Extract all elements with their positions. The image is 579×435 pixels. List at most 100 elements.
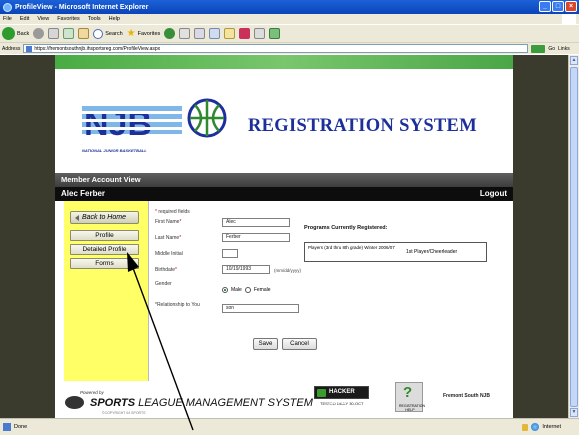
- program-name: Players (3rd thru 8th grade) Winter 2006…: [308, 245, 395, 250]
- window-title: ProfileView - Microsoft Internet Explore…: [15, 3, 149, 11]
- sidebar-item-detailed-profile[interactable]: Detailed Profile: [70, 244, 139, 255]
- menu-tools[interactable]: Tools: [88, 16, 101, 22]
- registration-title: REGISTRATION SYSTEM: [248, 116, 477, 136]
- internet-zone-icon: [531, 423, 540, 431]
- birthdate-format-hint: (mm/dd/yyyy): [274, 268, 301, 273]
- favorites-label: Favorites: [137, 30, 161, 37]
- browser-viewport: NJB REGISTRATION SYSTEM NATIONAL JUNIOR …: [0, 55, 568, 418]
- star-icon: ★: [126, 28, 136, 39]
- cancel-button[interactable]: Cancel: [282, 338, 317, 350]
- windows-logo-icon: [562, 14, 576, 24]
- browser-toolbar: Back Search ★ Favorites: [0, 24, 579, 42]
- scroll-down-icon[interactable]: ▼: [570, 408, 578, 417]
- favorites-button[interactable]: ★ Favorites: [127, 28, 161, 39]
- zone-label: Internet: [542, 424, 561, 430]
- menu-favorites[interactable]: Favorites: [57, 16, 80, 22]
- search-button[interactable]: Search: [93, 28, 123, 39]
- close-button[interactable]: ×: [565, 1, 577, 12]
- stop-icon[interactable]: [48, 28, 60, 39]
- page-icon: [26, 45, 33, 52]
- member-account-bar: Member Account View: [55, 173, 513, 187]
- birthdate-field[interactable]: 10/19/1993: [222, 265, 270, 274]
- research-icon[interactable]: [239, 28, 251, 39]
- middle-initial-label: Middle Initial: [155, 251, 183, 257]
- last-name-field[interactable]: Ferber: [222, 233, 290, 242]
- sidebar-item-profile[interactable]: Profile: [70, 230, 139, 241]
- first-name-field[interactable]: Alec: [222, 218, 290, 227]
- sidebar-item-forms[interactable]: Forms: [70, 258, 139, 269]
- gender-female-radio[interactable]: [244, 287, 251, 293]
- menu-file[interactable]: File: [3, 16, 12, 22]
- hacker-safe-label: HACKER SAFE: [314, 386, 369, 406]
- links-label[interactable]: Links: [558, 46, 570, 52]
- print-icon[interactable]: [194, 28, 206, 39]
- back-to-home-button[interactable]: Back to Home: [70, 211, 139, 224]
- go-button[interactable]: [531, 44, 546, 53]
- window-title-bar: ProfileView - Microsoft Internet Explore…: [0, 0, 579, 14]
- gender-female-label: Female: [253, 287, 271, 293]
- user-bar: Alec Ferber Logout: [55, 187, 513, 201]
- tools-icon[interactable]: [269, 28, 281, 39]
- first-name-label: First Name*: [155, 219, 182, 225]
- edit-icon[interactable]: [209, 28, 221, 39]
- maximize-button[interactable]: □: [552, 1, 564, 12]
- last-name-label: Last Name*: [155, 235, 182, 241]
- logout-link[interactable]: Logout: [480, 187, 507, 201]
- gender-radio-group: Male Female: [222, 287, 271, 293]
- home-icon[interactable]: [78, 28, 90, 39]
- folder-icon[interactable]: [224, 28, 236, 39]
- save-button[interactable]: Save: [253, 338, 278, 350]
- lock-icon: [522, 423, 529, 431]
- messenger-icon[interactable]: [254, 28, 266, 39]
- search-icon: [93, 28, 104, 39]
- svg-text:NJB: NJB: [84, 105, 152, 143]
- gender-male-radio[interactable]: [222, 287, 228, 293]
- programs-title: Programs Currently Registered:: [304, 225, 388, 231]
- copyright-text: ©COPYRIGHT 04 SPORTS: [102, 411, 146, 415]
- header-logo-area: NJB REGISTRATION SYSTEM NATIONAL JUNIOR …: [55, 69, 513, 173]
- refresh-icon[interactable]: [63, 28, 75, 39]
- hacker-safe-badge[interactable]: HACKER SAFE TESTED DAILY 30-OCT: [314, 386, 369, 410]
- ie-icon: [3, 2, 12, 12]
- njb-logo-icon: NJB: [82, 98, 227, 143]
- registration-help-label: REGISTRATION HELP: [399, 404, 425, 412]
- menu-bar: File Edit View Favorites Tools Help: [0, 14, 579, 24]
- vertical-scrollbar[interactable]: ▲ ▼: [568, 55, 579, 418]
- menu-edit[interactable]: Edit: [20, 16, 29, 22]
- gender-label: Gender: [155, 281, 172, 287]
- menu-help[interactable]: Help: [109, 16, 120, 22]
- registration-help-button[interactable]: ? REGISTRATION HELP: [395, 382, 425, 412]
- relationship-field[interactable]: son: [222, 304, 299, 313]
- history-icon[interactable]: [164, 28, 176, 39]
- page-container: NJB REGISTRATION SYSTEM NATIONAL JUNIOR …: [55, 55, 513, 418]
- mail-icon[interactable]: [179, 28, 191, 39]
- go-label: Go: [548, 45, 556, 52]
- scroll-thumb[interactable]: [570, 67, 578, 407]
- menu-view[interactable]: View: [37, 16, 49, 22]
- scroll-up-icon[interactable]: ▲: [570, 56, 578, 65]
- middle-initial-field[interactable]: [222, 249, 238, 258]
- back-nav-button[interactable]: Back: [2, 27, 29, 40]
- address-label: Address: [2, 45, 21, 52]
- powered-by-label: Powered by: [80, 390, 104, 395]
- birthdate-label: Birthdate*: [155, 267, 177, 273]
- required-fields-note: * required fields: [155, 209, 190, 215]
- address-input[interactable]: https://fremontsouthnjb.ihsportsreg.com/…: [23, 44, 529, 53]
- league-name: Fremont South NJB: [443, 393, 490, 399]
- minimize-button[interactable]: _: [539, 1, 551, 12]
- sports-logo-icon: [65, 396, 84, 409]
- address-bar: Address https://fremontsouthnjb.ihsports…: [0, 42, 579, 54]
- page-done-icon: [3, 423, 11, 431]
- profile-form: * required fields First Name* Alec Last …: [148, 201, 504, 381]
- forward-arrow-icon[interactable]: [33, 28, 45, 39]
- top-green-bar: [55, 55, 513, 69]
- security-zone: Internet: [522, 423, 561, 431]
- logo-subtitle: NATIONAL JUNIOR BASKETBALL: [82, 148, 147, 153]
- sidebar: Back to Home Profile Detailed Profile Fo…: [64, 201, 148, 381]
- back-arrow-icon: [2, 27, 15, 40]
- status-text: Done: [14, 424, 28, 430]
- user-name: Alec Ferber: [61, 189, 106, 198]
- programs-box: Players (3rd thru 8th grade) Winter 2006…: [304, 242, 487, 262]
- sports-league-logo: SPORTS LEAGUE MANAGEMENT SYSTEM: [90, 397, 313, 409]
- back-arrow-icon: [75, 214, 79, 221]
